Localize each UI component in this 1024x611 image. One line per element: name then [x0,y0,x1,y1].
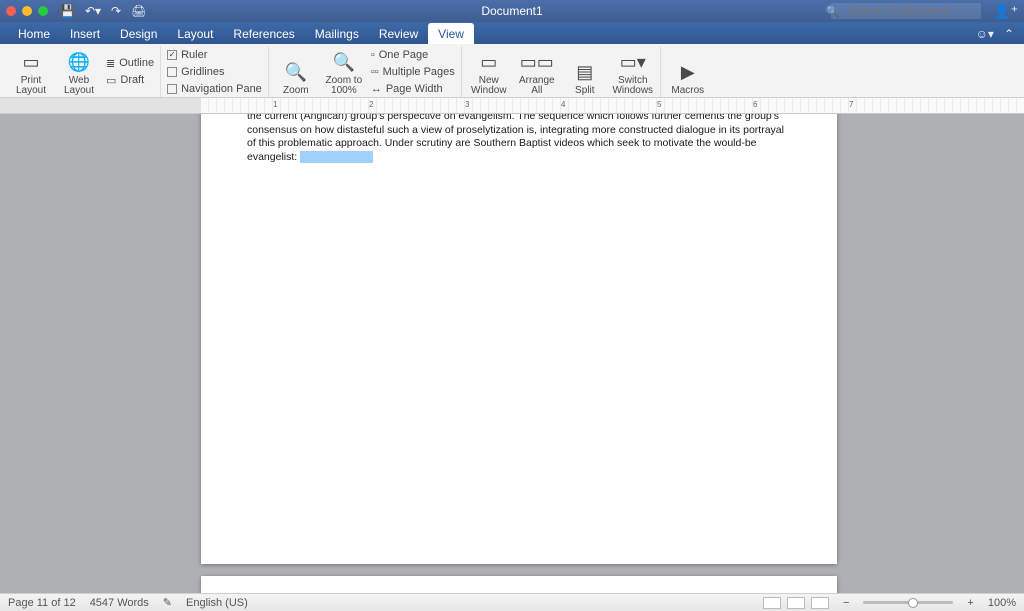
multiple-pages-icon: ▫▫ [371,66,379,78]
macros-group: ▶Macros [661,46,715,97]
zoom-slider[interactable] [863,601,953,604]
status-bar: Page 11 of 12 4547 Words ✎ English (US) … [0,593,1024,611]
tab-design[interactable]: Design [110,23,167,44]
share-icon[interactable]: 👤⁺ [993,3,1018,20]
page-11-text[interactable]: the current (Anglican) group's perspecti… [201,114,837,165]
quick-access-toolbar: 💾 ↶▾ ↷ 🖨 [60,4,146,18]
spellcheck-icon[interactable]: ✎ [163,596,172,609]
web-layout-view-button[interactable] [811,597,829,609]
tab-references[interactable]: References [223,23,304,44]
undo-icon[interactable]: ↶▾ [85,4,101,18]
window-controls [6,6,48,16]
one-page-icon: ▫ [371,49,375,61]
tab-home[interactable]: Home [8,23,60,44]
print-layout-view-button[interactable] [787,597,805,609]
views-group: ▭ Print Layout 🌐 Web Layout ≣Outline ▭Dr… [4,46,161,97]
tab-insert[interactable]: Insert [60,23,110,44]
redo-icon[interactable]: ↷ [111,4,121,18]
page-width-icon: ↔ [371,83,382,95]
switch-windows-button[interactable]: ▭▾Switch Windows [612,48,654,96]
zoom-group: 🔍Zoom 🔍Zoom to 100% ▫One Page ▫▫Multiple… [269,46,462,97]
tab-review[interactable]: Review [369,23,428,44]
page-width-button[interactable]: ↔Page Width [371,81,455,96]
zoom-100-icon: 🔍 [332,51,356,75]
page-12[interactable]: 25:· → → →[It's.. →you know=·¶ 26: → → →… [201,576,837,593]
arrange-all-button[interactable]: ▭▭Arrange All [516,48,558,96]
switch-windows-icon: ▭▾ [621,51,645,75]
text-selection-highlight [300,151,373,163]
view-mode-buttons [763,597,829,609]
zoom-out-button[interactable]: − [843,597,849,609]
outline-button[interactable]: ≣Outline [106,56,154,71]
draft-icon: ▭ [106,74,116,87]
fullscreen-window-button[interactable] [38,6,48,16]
show-group: ✓Ruler Gridlines Navigation Pane [161,46,269,97]
navigation-pane-checkbox[interactable]: Navigation Pane [167,81,262,96]
print-icon[interactable]: 🖨 [131,4,146,18]
multiple-pages-button[interactable]: ▫▫Multiple Pages [371,64,455,79]
macros-icon: ▶ [676,61,700,85]
web-layout-button[interactable]: 🌐 Web Layout [58,48,100,96]
ribbon-tabs: Home Insert Design Layout References Mai… [0,22,1024,44]
focus-mode-button[interactable] [763,597,781,609]
feedback-icon[interactable]: ☺▾ [976,27,994,41]
zoom-button[interactable]: 🔍Zoom [275,48,317,96]
language-indicator[interactable]: English (US) [186,597,248,609]
minimize-window-button[interactable] [22,6,32,16]
new-window-icon: ▭ [477,51,501,75]
window-group: ▭New Window ▭▭Arrange All ▤Split ▭▾Switc… [462,46,661,97]
new-window-button[interactable]: ▭New Window [468,48,510,96]
one-page-button[interactable]: ▫One Page [371,47,455,62]
search-input[interactable] [831,3,981,19]
tab-mailings[interactable]: Mailings [305,23,369,44]
arrange-all-icon: ▭▭ [525,51,549,75]
page-11[interactable]: the current (Anglican) group's perspecti… [201,114,837,564]
zoom-level[interactable]: 100% [988,597,1016,609]
print-layout-icon: ▭ [19,51,43,75]
tab-layout[interactable]: Layout [167,23,223,44]
zoom-100-button[interactable]: 🔍Zoom to 100% [323,48,365,96]
web-layout-icon: 🌐 [67,51,91,75]
document-canvas[interactable]: the current (Anglican) group's perspecti… [0,114,1024,593]
outline-icon: ≣ [106,57,115,70]
save-icon[interactable]: 💾 [60,4,75,18]
word-count[interactable]: 4547 Words [90,597,149,609]
close-window-button[interactable] [6,6,16,16]
macros-button[interactable]: ▶Macros [667,48,709,96]
split-icon: ▤ [573,61,597,85]
ruler-checkbox[interactable]: ✓Ruler [167,47,262,62]
gridlines-checkbox[interactable]: Gridlines [167,64,262,79]
horizontal-ruler[interactable]: 1 2 3 4 5 6 7 [0,98,1024,114]
zoom-in-button[interactable]: + [967,597,973,609]
draft-button[interactable]: ▭Draft [106,73,154,88]
title-bar: 💾 ↶▾ ↷ 🖨 Document1 🔍 👤⁺ [0,0,1024,22]
print-layout-button[interactable]: ▭ Print Layout [10,48,52,96]
ribbon: ▭ Print Layout 🌐 Web Layout ≣Outline ▭Dr… [0,44,1024,98]
tab-view[interactable]: View [428,23,474,44]
zoom-icon: 🔍 [284,61,308,85]
collapse-ribbon-icon[interactable]: ⌃ [1004,27,1014,41]
split-button[interactable]: ▤Split [564,48,606,96]
page-indicator[interactable]: Page 11 of 12 [8,597,76,609]
